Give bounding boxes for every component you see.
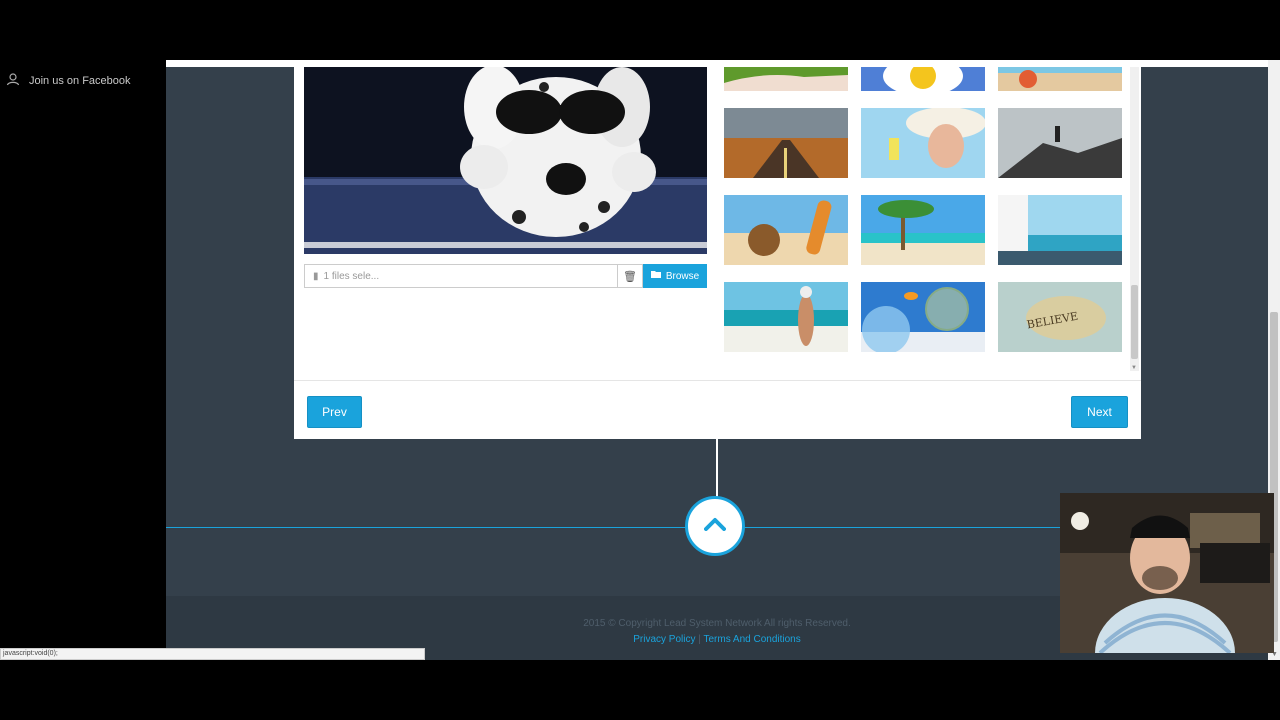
gallery-scroll-thumb[interactable] [1131, 285, 1138, 359]
folder-open-icon [650, 270, 662, 282]
gallery-image-palm-tree-beach[interactable] [861, 195, 985, 265]
gallery-image-goldfish-jumping-bowl[interactable] [861, 282, 985, 352]
chevron-up-icon [704, 517, 726, 536]
gallery-image-woman-with-drink[interactable] [861, 108, 985, 178]
left-sidebar [0, 60, 166, 660]
terms-link[interactable]: Terms And Conditions [703, 634, 800, 645]
gallery-image-legs-on-grass[interactable] [724, 67, 848, 91]
gallery-image-hiker-on-summit[interactable] [998, 108, 1122, 178]
header-strip [166, 60, 1268, 67]
browser-status-bar: javascript:void(0); [0, 648, 425, 660]
browse-button[interactable]: Browse [643, 264, 707, 288]
remove-file-button[interactable]: 🗑 [617, 264, 643, 288]
selected-image-preview [304, 67, 707, 254]
prev-button[interactable]: Prev [307, 396, 362, 428]
gallery-image-woman-walking-beach[interactable] [724, 282, 848, 352]
gallery-image-coconut-flip-flops[interactable] [724, 195, 848, 265]
facebook-link-label: Join us on Facebook [29, 74, 131, 87]
browse-label: Browse [665, 270, 700, 282]
gallery-image-believe-stone[interactable]: BELIEVE [998, 282, 1122, 352]
gallery-image-desert-road[interactable] [724, 108, 848, 178]
image-gallery: BELIEVE [724, 67, 1124, 367]
webcam-overlay [1060, 493, 1274, 653]
card-divider [294, 380, 1141, 381]
file-name-field[interactable]: ▮ 1 files sele... [304, 264, 617, 288]
gallery-image-window-sea-view[interactable] [998, 195, 1122, 265]
facebook-link[interactable]: Join us on Facebook [6, 72, 131, 89]
gallery-image-beach-sand-toy[interactable] [998, 67, 1122, 91]
gallery-scrollbar[interactable]: ▼ [1130, 67, 1139, 371]
file-input-group: ▮ 1 files sele... 🗑 Browse [304, 264, 707, 288]
file-icon: ▮ [313, 270, 319, 282]
scroll-to-top-button[interactable] [685, 496, 745, 556]
timeline-connector [716, 439, 718, 497]
trash-icon: 🗑 [623, 270, 637, 283]
form-card: ▮ 1 files sele... 🗑 Browse BELIEVE ▼ Pre… [294, 67, 1141, 439]
privacy-policy-link[interactable]: Privacy Policy [633, 634, 695, 645]
scroll-down-arrow-icon[interactable]: ▼ [1131, 365, 1137, 371]
gallery-image-daisy-flower[interactable] [861, 67, 985, 91]
next-button[interactable]: Next [1071, 396, 1128, 428]
file-name-text: 1 files sele... [323, 270, 380, 282]
top-black-bar [0, 0, 1280, 60]
user-icon [6, 72, 20, 89]
